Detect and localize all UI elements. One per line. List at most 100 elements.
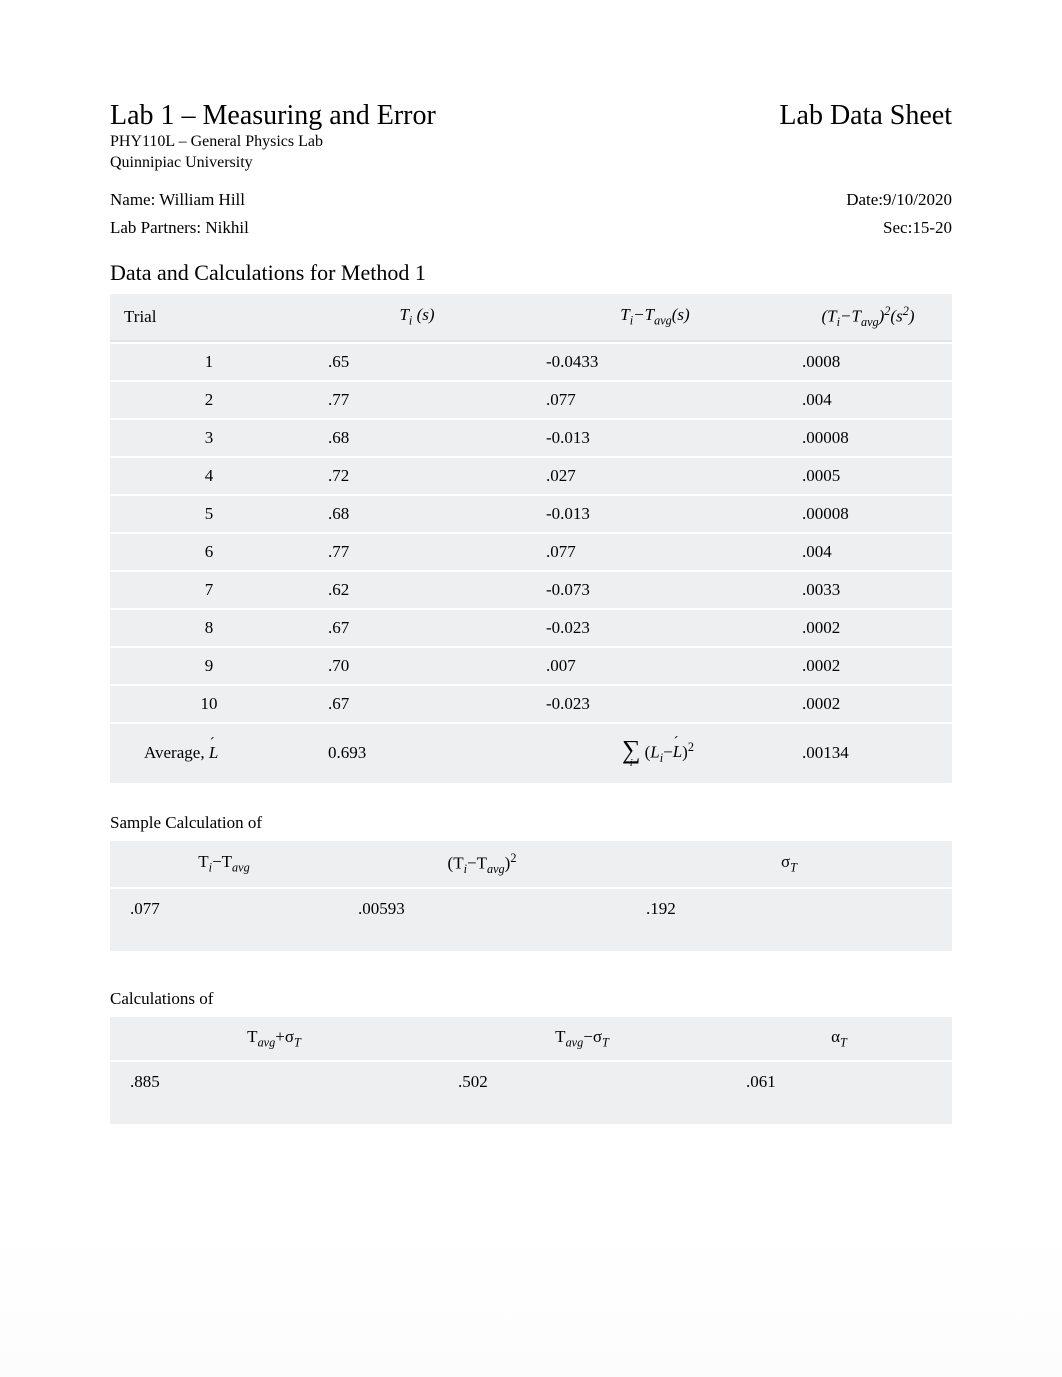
cell-diff: .077 bbox=[526, 382, 784, 418]
avg-label: Average, L bbox=[110, 724, 308, 783]
section-heading: Data and Calculations for Method 1 bbox=[110, 260, 952, 286]
cell-ti: .72 bbox=[308, 458, 526, 494]
table-row: 9.70.007.0002 bbox=[110, 648, 952, 684]
calc-row: .885 .502 .061 bbox=[110, 1062, 952, 1124]
header-row: Trial Ti (s) Ti−Tavg(s) (Ti−Tavg)2(s2) bbox=[110, 294, 952, 342]
cell-sq: .0002 bbox=[784, 648, 952, 684]
sigma-icon: ∑i bbox=[622, 738, 641, 769]
course-line: PHY110L – General Physics Lab bbox=[110, 132, 952, 153]
cell-sq: .0002 bbox=[784, 686, 952, 722]
section-field: Sec:15-20 bbox=[883, 218, 952, 238]
cell-sq: .00008 bbox=[784, 496, 952, 532]
sample-heading: Sample Calculation of bbox=[110, 813, 952, 833]
avg-sq: .00134 bbox=[784, 724, 952, 783]
university-line: Quinnipiac University bbox=[110, 153, 952, 174]
cell-diff: -0.013 bbox=[526, 496, 784, 532]
sample-table: Ti−Tavg (Ti−Tavg)2 σT .077 .00593 .192 bbox=[110, 839, 952, 953]
table-row: 4.72.027.0005 bbox=[110, 458, 952, 494]
cell-ti: .67 bbox=[308, 610, 526, 646]
cell-trial: 8 bbox=[110, 610, 308, 646]
name-label: Name: bbox=[110, 190, 159, 209]
sample-h2: (Ti−Tavg)2 bbox=[338, 841, 626, 887]
cell-ti: .67 bbox=[308, 686, 526, 722]
calc-table: Tavg+σT Tavg−σT αT .885 .502 .061 bbox=[110, 1015, 952, 1126]
data-tbody: 1.65-0.0433.00082.77.077.0043.68-0.013.0… bbox=[110, 344, 952, 783]
calc-h1: Tavg+σT bbox=[110, 1017, 438, 1060]
cell-diff: -0.013 bbox=[526, 420, 784, 456]
name-field: Name: William Hill bbox=[110, 190, 245, 210]
header-sq: (Ti−Tavg)2(s2) bbox=[784, 294, 952, 342]
avg-sum-expr: ∑i(Li−L)2 bbox=[526, 724, 784, 783]
partners-row: Lab Partners: Nikhil Sec:15-20 bbox=[110, 218, 952, 238]
calc-h3: αT bbox=[726, 1017, 952, 1060]
calc-v2: .502 bbox=[438, 1062, 726, 1124]
cell-diff: -0.0433 bbox=[526, 344, 784, 380]
date-label: Date: bbox=[846, 190, 883, 209]
sample-header-row: Ti−Tavg (Ti−Tavg)2 σT bbox=[110, 841, 952, 887]
table-row: 6.77.077.004 bbox=[110, 534, 952, 570]
name-value: William Hill bbox=[159, 190, 245, 209]
calc-v1: .885 bbox=[110, 1062, 438, 1124]
sample-h1: Ti−Tavg bbox=[110, 841, 338, 887]
cell-trial: 6 bbox=[110, 534, 308, 570]
cell-diff: -0.023 bbox=[526, 686, 784, 722]
cell-diff: -0.023 bbox=[526, 610, 784, 646]
data-table: Trial Ti (s) Ti−Tavg(s) (Ti−Tavg)2(s2) 1… bbox=[110, 292, 952, 785]
bottom-fade-overlay bbox=[0, 1227, 1062, 1377]
header-diff: Ti−Tavg(s) bbox=[526, 294, 784, 342]
cell-ti: .68 bbox=[308, 496, 526, 532]
cell-diff: .007 bbox=[526, 648, 784, 684]
sample-row: .077 .00593 .192 bbox=[110, 889, 952, 951]
table-row: 5.68-0.013.00008 bbox=[110, 496, 952, 532]
section-value: 15-20 bbox=[912, 218, 952, 237]
cell-trial: 1 bbox=[110, 344, 308, 380]
cell-ti: .68 bbox=[308, 420, 526, 456]
title-bar: Lab 1 – Measuring and Error Lab Data She… bbox=[110, 100, 952, 132]
table-row: 1.65-0.0433.0008 bbox=[110, 344, 952, 380]
cell-trial: 9 bbox=[110, 648, 308, 684]
cell-ti: .77 bbox=[308, 534, 526, 570]
cell-diff: -0.073 bbox=[526, 572, 784, 608]
cell-ti: .65 bbox=[308, 344, 526, 380]
table-row: 7.62-0.073.0033 bbox=[110, 572, 952, 608]
table-row: 8.67-0.023.0002 bbox=[110, 610, 952, 646]
cell-trial: 2 bbox=[110, 382, 308, 418]
table-row: 3.68-0.013.00008 bbox=[110, 420, 952, 456]
sample-h3: σT bbox=[626, 841, 952, 887]
section-label: Sec: bbox=[883, 218, 912, 237]
data-table-wrap: Trial Ti (s) Ti−Tavg(s) (Ti−Tavg)2(s2) 1… bbox=[110, 292, 952, 785]
cell-ti: .70 bbox=[308, 648, 526, 684]
cell-sq: .0008 bbox=[784, 344, 952, 380]
cell-trial: 4 bbox=[110, 458, 308, 494]
cell-trial: 7 bbox=[110, 572, 308, 608]
cell-trial: 5 bbox=[110, 496, 308, 532]
partners-field: Lab Partners: Nikhil bbox=[110, 218, 249, 238]
calc-header-row: Tavg+σT Tavg−σT αT bbox=[110, 1017, 952, 1060]
name-row: Name: William Hill Date:9/10/2020 bbox=[110, 190, 952, 210]
avg-ti: 0.693 bbox=[308, 724, 526, 783]
sheet-title: Lab Data Sheet bbox=[779, 100, 952, 132]
sample-v2: .00593 bbox=[338, 889, 626, 951]
partners-label: Lab Partners: bbox=[110, 218, 205, 237]
sample-v3: .192 bbox=[626, 889, 952, 951]
date-field: Date:9/10/2020 bbox=[846, 190, 952, 210]
calc-v3: .061 bbox=[726, 1062, 952, 1124]
average-row: Average, L0.693∑i(Li−L)2.00134 bbox=[110, 724, 952, 783]
sample-v1: .077 bbox=[110, 889, 338, 951]
cell-sq: .0002 bbox=[784, 610, 952, 646]
cell-ti: .77 bbox=[308, 382, 526, 418]
cell-ti: .62 bbox=[308, 572, 526, 608]
header-ti: Ti (s) bbox=[308, 294, 526, 342]
calc-heading: Calculations of bbox=[110, 989, 952, 1009]
partners-value: Nikhil bbox=[205, 218, 248, 237]
cell-sq: .004 bbox=[784, 534, 952, 570]
cell-sq: .00008 bbox=[784, 420, 952, 456]
cell-trial: 10 bbox=[110, 686, 308, 722]
cell-trial: 3 bbox=[110, 420, 308, 456]
calc-h2: Tavg−σT bbox=[438, 1017, 726, 1060]
table-row: 2.77.077.004 bbox=[110, 382, 952, 418]
cell-sq: .0033 bbox=[784, 572, 952, 608]
date-value: 9/10/2020 bbox=[883, 190, 952, 209]
cell-diff: .077 bbox=[526, 534, 784, 570]
header-trial: Trial bbox=[110, 294, 308, 342]
